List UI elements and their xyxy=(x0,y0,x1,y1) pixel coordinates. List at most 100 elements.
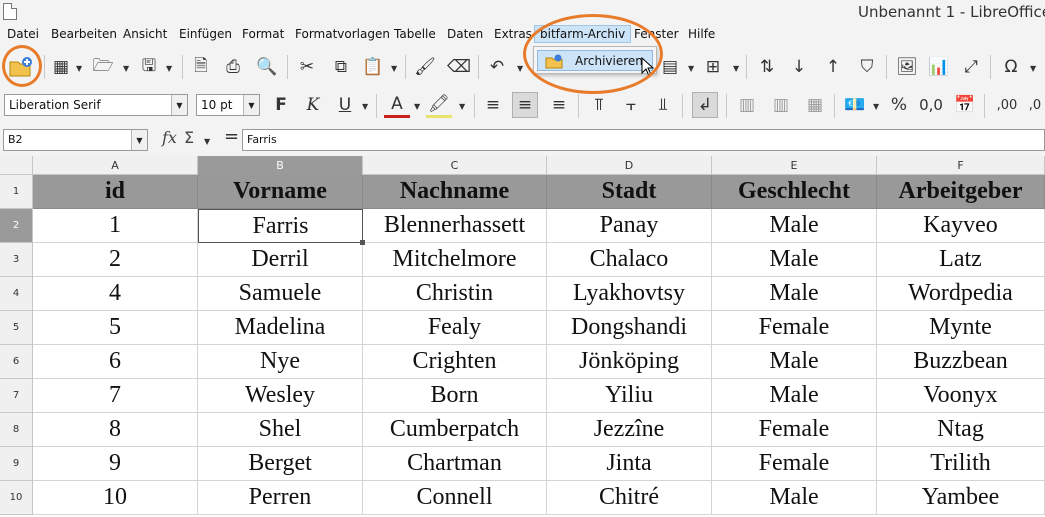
chevron-down-icon[interactable]: ▼ xyxy=(733,64,739,73)
table-cell[interactable]: Jinta xyxy=(547,447,712,481)
archive-folder-icon[interactable] xyxy=(8,54,34,80)
font-name-box[interactable]: Liberation Serif ▼ xyxy=(4,94,188,116)
table-cell[interactable]: 1 xyxy=(33,209,198,243)
date-format-icon[interactable]: 📅 xyxy=(952,92,978,118)
table-cell[interactable]: Connell xyxy=(363,481,547,515)
chevron-down-icon[interactable]: ▼ xyxy=(166,64,172,73)
table-cell[interactable]: Male xyxy=(712,243,877,277)
table-cell[interactable]: 5 xyxy=(33,311,198,345)
currency-format-icon[interactable]: 💶 xyxy=(842,92,868,118)
open-folder-icon[interactable]: 🗁 xyxy=(90,54,116,80)
menu-daten[interactable]: Daten xyxy=(447,27,483,41)
merge-center-icon[interactable]: ▥ xyxy=(768,92,794,118)
table-cell[interactable]: Trilith xyxy=(877,447,1045,481)
print-icon[interactable]: ⎙ xyxy=(220,54,246,80)
column-header-a[interactable]: A xyxy=(33,156,198,175)
table-cell[interactable]: 4 xyxy=(33,277,198,311)
table-cell[interactable]: Yambee xyxy=(877,481,1045,515)
row-header[interactable]: 5 xyxy=(0,311,33,345)
table-cell[interactable]: Kayveo xyxy=(877,209,1045,243)
clone-formatting-icon[interactable]: 🖌 xyxy=(412,54,438,80)
table-cell[interactable]: Wordpedia xyxy=(877,277,1045,311)
table-cell[interactable]: Berget xyxy=(198,447,363,481)
italic-button[interactable]: K xyxy=(300,92,326,118)
table-cell[interactable]: Female xyxy=(712,447,877,481)
cut-icon[interactable]: ✂ xyxy=(294,54,320,80)
table-cell[interactable]: Female xyxy=(712,413,877,447)
row-header[interactable]: 3 xyxy=(0,243,33,277)
menu-ansicht[interactable]: Ansicht xyxy=(123,27,167,41)
archivieren-menu-item[interactable]: Archivieren xyxy=(537,50,653,71)
menu-extras[interactable]: Extras xyxy=(494,27,532,41)
table-cell[interactable]: Dongshandi xyxy=(547,311,712,345)
chevron-down-icon[interactable]: ▼ xyxy=(391,64,397,73)
chevron-down-icon[interactable]: ▼ xyxy=(243,95,259,115)
menu-formatvorlagen[interactable]: Formatvorlagen xyxy=(295,27,390,41)
export-pdf-icon[interactable]: 🗎 xyxy=(188,54,214,80)
table-cell[interactable]: Chalaco xyxy=(547,243,712,277)
menu-fenster[interactable]: Fenster xyxy=(634,27,679,41)
row-header[interactable]: 7 xyxy=(0,379,33,413)
column-header-d[interactable]: D xyxy=(547,156,712,175)
table-cell[interactable]: Farris xyxy=(198,209,363,243)
table-cell[interactable]: Nye xyxy=(198,345,363,379)
header-cell[interactable]: Vorname xyxy=(198,175,363,209)
table-cell[interactable]: Lyakhovtsy xyxy=(547,277,712,311)
wrap-text-icon[interactable]: ↲ xyxy=(692,92,718,118)
font-color-button[interactable]: A xyxy=(384,92,410,118)
column-header-e[interactable]: E xyxy=(712,156,877,175)
table-cell[interactable]: Male xyxy=(712,345,877,379)
chevron-down-icon[interactable]: ▼ xyxy=(131,130,147,150)
align-bottom-icon[interactable]: ⫫ xyxy=(650,92,676,118)
column-header-c[interactable]: C xyxy=(363,156,547,175)
autofilter-icon[interactable]: ⛉ xyxy=(854,54,880,80)
align-left-icon[interactable]: ≡ xyxy=(480,92,506,118)
align-vcenter-icon[interactable]: ⫟ xyxy=(618,92,644,118)
formula-equals-icon[interactable]: = xyxy=(224,126,239,147)
table-cell[interactable]: Chitré xyxy=(547,481,712,515)
sort-descending-icon[interactable]: ↑ xyxy=(820,54,846,80)
table-cell[interactable]: Derril xyxy=(198,243,363,277)
menu-bearbeiten[interactable]: Bearbeiten xyxy=(51,27,117,41)
insert-image-icon[interactable]: 🖼 xyxy=(894,54,920,80)
chevron-down-icon[interactable]: ▼ xyxy=(76,64,82,73)
table-cell[interactable]: Yiliu xyxy=(547,379,712,413)
chevron-down-icon[interactable]: ▼ xyxy=(414,102,420,111)
table-cell[interactable]: Mitchelmore xyxy=(363,243,547,277)
merge-cells-icon[interactable]: ▥ xyxy=(734,92,760,118)
table-cell[interactable]: Crighten xyxy=(363,345,547,379)
save-icon[interactable]: 🖫 xyxy=(136,54,162,80)
table-cell[interactable]: Jezzîne xyxy=(547,413,712,447)
header-cell[interactable]: Arbeitgeber xyxy=(877,175,1045,209)
table-cell[interactable]: Male xyxy=(712,481,877,515)
function-wizard-icon[interactable]: fx xyxy=(162,128,177,147)
row-header[interactable]: 8 xyxy=(0,413,33,447)
table-cell[interactable]: Female xyxy=(712,311,877,345)
chevron-down-icon[interactable]: ▼ xyxy=(204,137,210,146)
borders-icon[interactable]: ⊞ xyxy=(700,54,726,80)
row-header[interactable]: 6 xyxy=(0,345,33,379)
row-header[interactable]: 9 xyxy=(0,447,33,481)
table-cell[interactable]: Perren xyxy=(198,481,363,515)
chevron-down-icon[interactable]: ▼ xyxy=(1030,64,1036,73)
unmerge-cells-icon[interactable]: ▦ xyxy=(802,92,828,118)
row-header[interactable]: 2 xyxy=(0,209,33,243)
table-cell[interactable]: 2 xyxy=(33,243,198,277)
column-header-f[interactable]: F xyxy=(877,156,1045,175)
number-format-button[interactable]: 0,0 xyxy=(918,92,944,118)
row-header[interactable]: 1 xyxy=(0,175,33,209)
formula-input[interactable]: Farris xyxy=(242,129,1045,151)
clear-formatting-icon[interactable]: ⌫ xyxy=(446,54,472,80)
table-cell[interactable]: Voonyx xyxy=(877,379,1045,413)
menu-format[interactable]: Format xyxy=(242,27,284,41)
table-cell[interactable]: Male xyxy=(712,379,877,413)
chevron-down-icon[interactable]: ▼ xyxy=(873,102,879,111)
row-header[interactable]: 4 xyxy=(0,277,33,311)
chevron-down-icon[interactable]: ▼ xyxy=(517,64,523,73)
select-all-corner[interactable] xyxy=(0,156,33,175)
highlight-color-icon[interactable]: 🖍 xyxy=(426,92,452,118)
remove-decimal-button[interactable]: ,0 xyxy=(1024,92,1045,118)
bold-button[interactable]: F xyxy=(268,92,294,118)
table-cell[interactable]: 9 xyxy=(33,447,198,481)
paste-icon[interactable]: 📋 xyxy=(360,54,386,80)
